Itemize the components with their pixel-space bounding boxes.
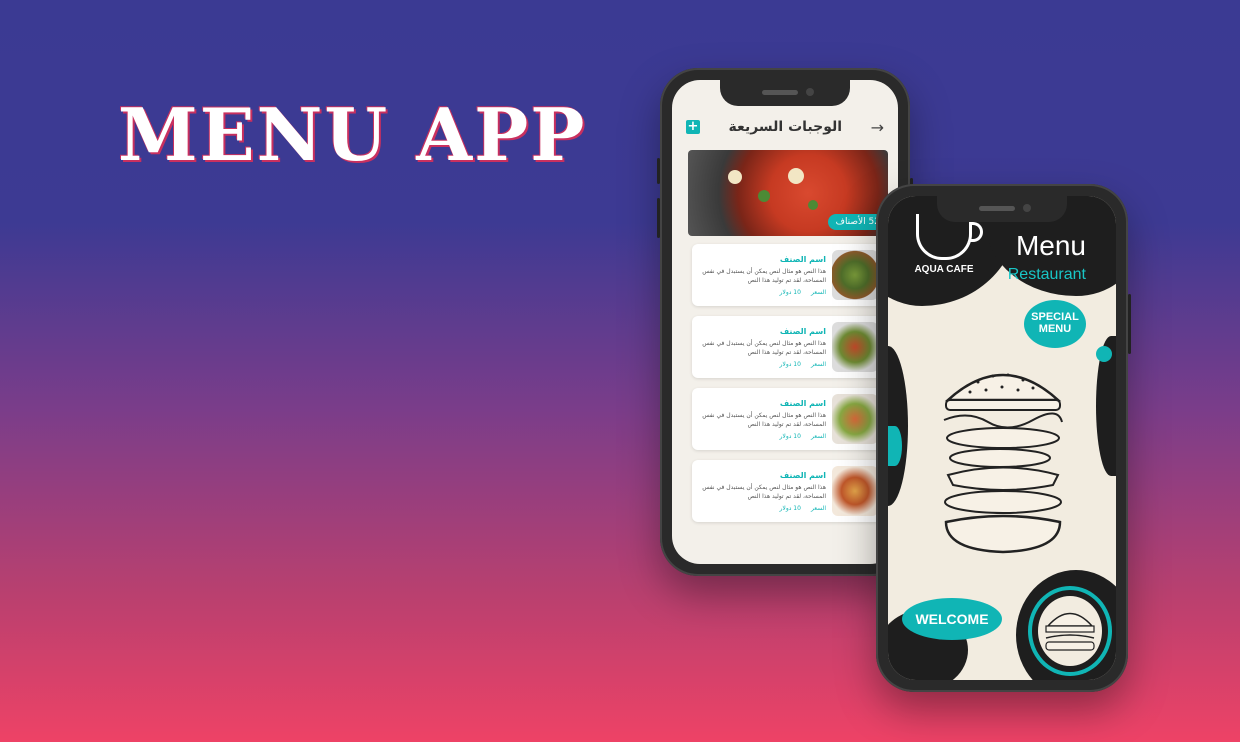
list-title: الوجبات السريعة bbox=[728, 119, 843, 135]
item-thumbnail bbox=[832, 394, 878, 444]
list-header: + الوجبات السريعة → bbox=[672, 110, 898, 144]
headline: MENU APP bbox=[118, 92, 587, 177]
item-price: 10 دولار bbox=[779, 504, 801, 512]
item-price-label: السعر bbox=[810, 432, 826, 440]
special-menu-badge[interactable]: SPECIAL MENU bbox=[1024, 300, 1086, 348]
item-thumbnail bbox=[832, 466, 878, 516]
item-price-label: السعر bbox=[810, 360, 826, 368]
item-description: هذا النص هو مثال لنص يمكن أن يستبدل في ن… bbox=[702, 339, 826, 356]
item-name: اسم الصنف bbox=[779, 470, 826, 480]
item-price: 10 دولار bbox=[779, 288, 801, 296]
phone-welcome-screen: AQUA CAFE Menu Restaurant SPECIAL MENU W… bbox=[876, 184, 1131, 692]
menu-label: MENU bbox=[1038, 323, 1072, 335]
hero-food-image: 52 الأصناف bbox=[688, 150, 888, 236]
welcome-button[interactable]: WELCOME bbox=[902, 598, 1002, 640]
item-price: 10 دولار bbox=[779, 432, 801, 440]
plus-icon[interactable]: + bbox=[686, 120, 700, 134]
special-label: SPECIAL bbox=[1031, 311, 1079, 323]
item-name: اسم الصنف bbox=[779, 398, 826, 408]
item-name: اسم الصنف bbox=[779, 254, 826, 264]
phone-list-screen: + الوجبات السريعة → 52 الأصناف اسم الصنف… bbox=[657, 68, 913, 576]
item-price: 10 دولار bbox=[779, 360, 801, 368]
brand-name: AQUA CAFE bbox=[914, 264, 974, 275]
mini-burger-illustration bbox=[1032, 590, 1108, 672]
item-thumbnail bbox=[832, 322, 878, 372]
item-description: هذا النص هو مثال لنص يمكن أن يستبدل في ن… bbox=[702, 411, 826, 428]
list-screen: + الوجبات السريعة → 52 الأصناف اسم الصنف… bbox=[672, 80, 898, 564]
menu-item[interactable]: اسم الصنف هذا النص هو مثال لنص يمكن أن ي… bbox=[692, 244, 882, 306]
menu-item[interactable]: اسم الصنف هذا النص هو مثال لنص يمكن أن ي… bbox=[692, 460, 882, 522]
menu-item[interactable]: اسم الصنف هذا النص هو مثال لنص يمكن أن ي… bbox=[692, 316, 882, 378]
item-thumbnail bbox=[832, 250, 878, 300]
logo: AQUA CAFE bbox=[904, 214, 984, 275]
menu-item[interactable]: اسم الصنف هذا النص هو مثال لنص يمكن أن ي… bbox=[692, 388, 882, 450]
item-price-label: السعر bbox=[810, 288, 826, 296]
item-price-label: السعر bbox=[810, 504, 826, 512]
arrow-right-icon[interactable]: → bbox=[871, 118, 884, 137]
item-description: هذا النص هو مثال لنص يمكن أن يستبدل في ن… bbox=[702, 267, 826, 284]
restaurant-subheading: Restaurant bbox=[1007, 266, 1086, 283]
item-name: اسم الصنف bbox=[779, 326, 826, 336]
menu-item-list: اسم الصنف هذا النص هو مثال لنص يمكن أن ي… bbox=[692, 244, 882, 532]
burger-illustration bbox=[943, 373, 1063, 554]
menu-heading: Menu bbox=[1015, 230, 1086, 261]
item-description: هذا النص هو مثال لنص يمكن أن يستبدل في ن… bbox=[702, 483, 826, 500]
welcome-screen: AQUA CAFE Menu Restaurant SPECIAL MENU W… bbox=[888, 196, 1116, 680]
